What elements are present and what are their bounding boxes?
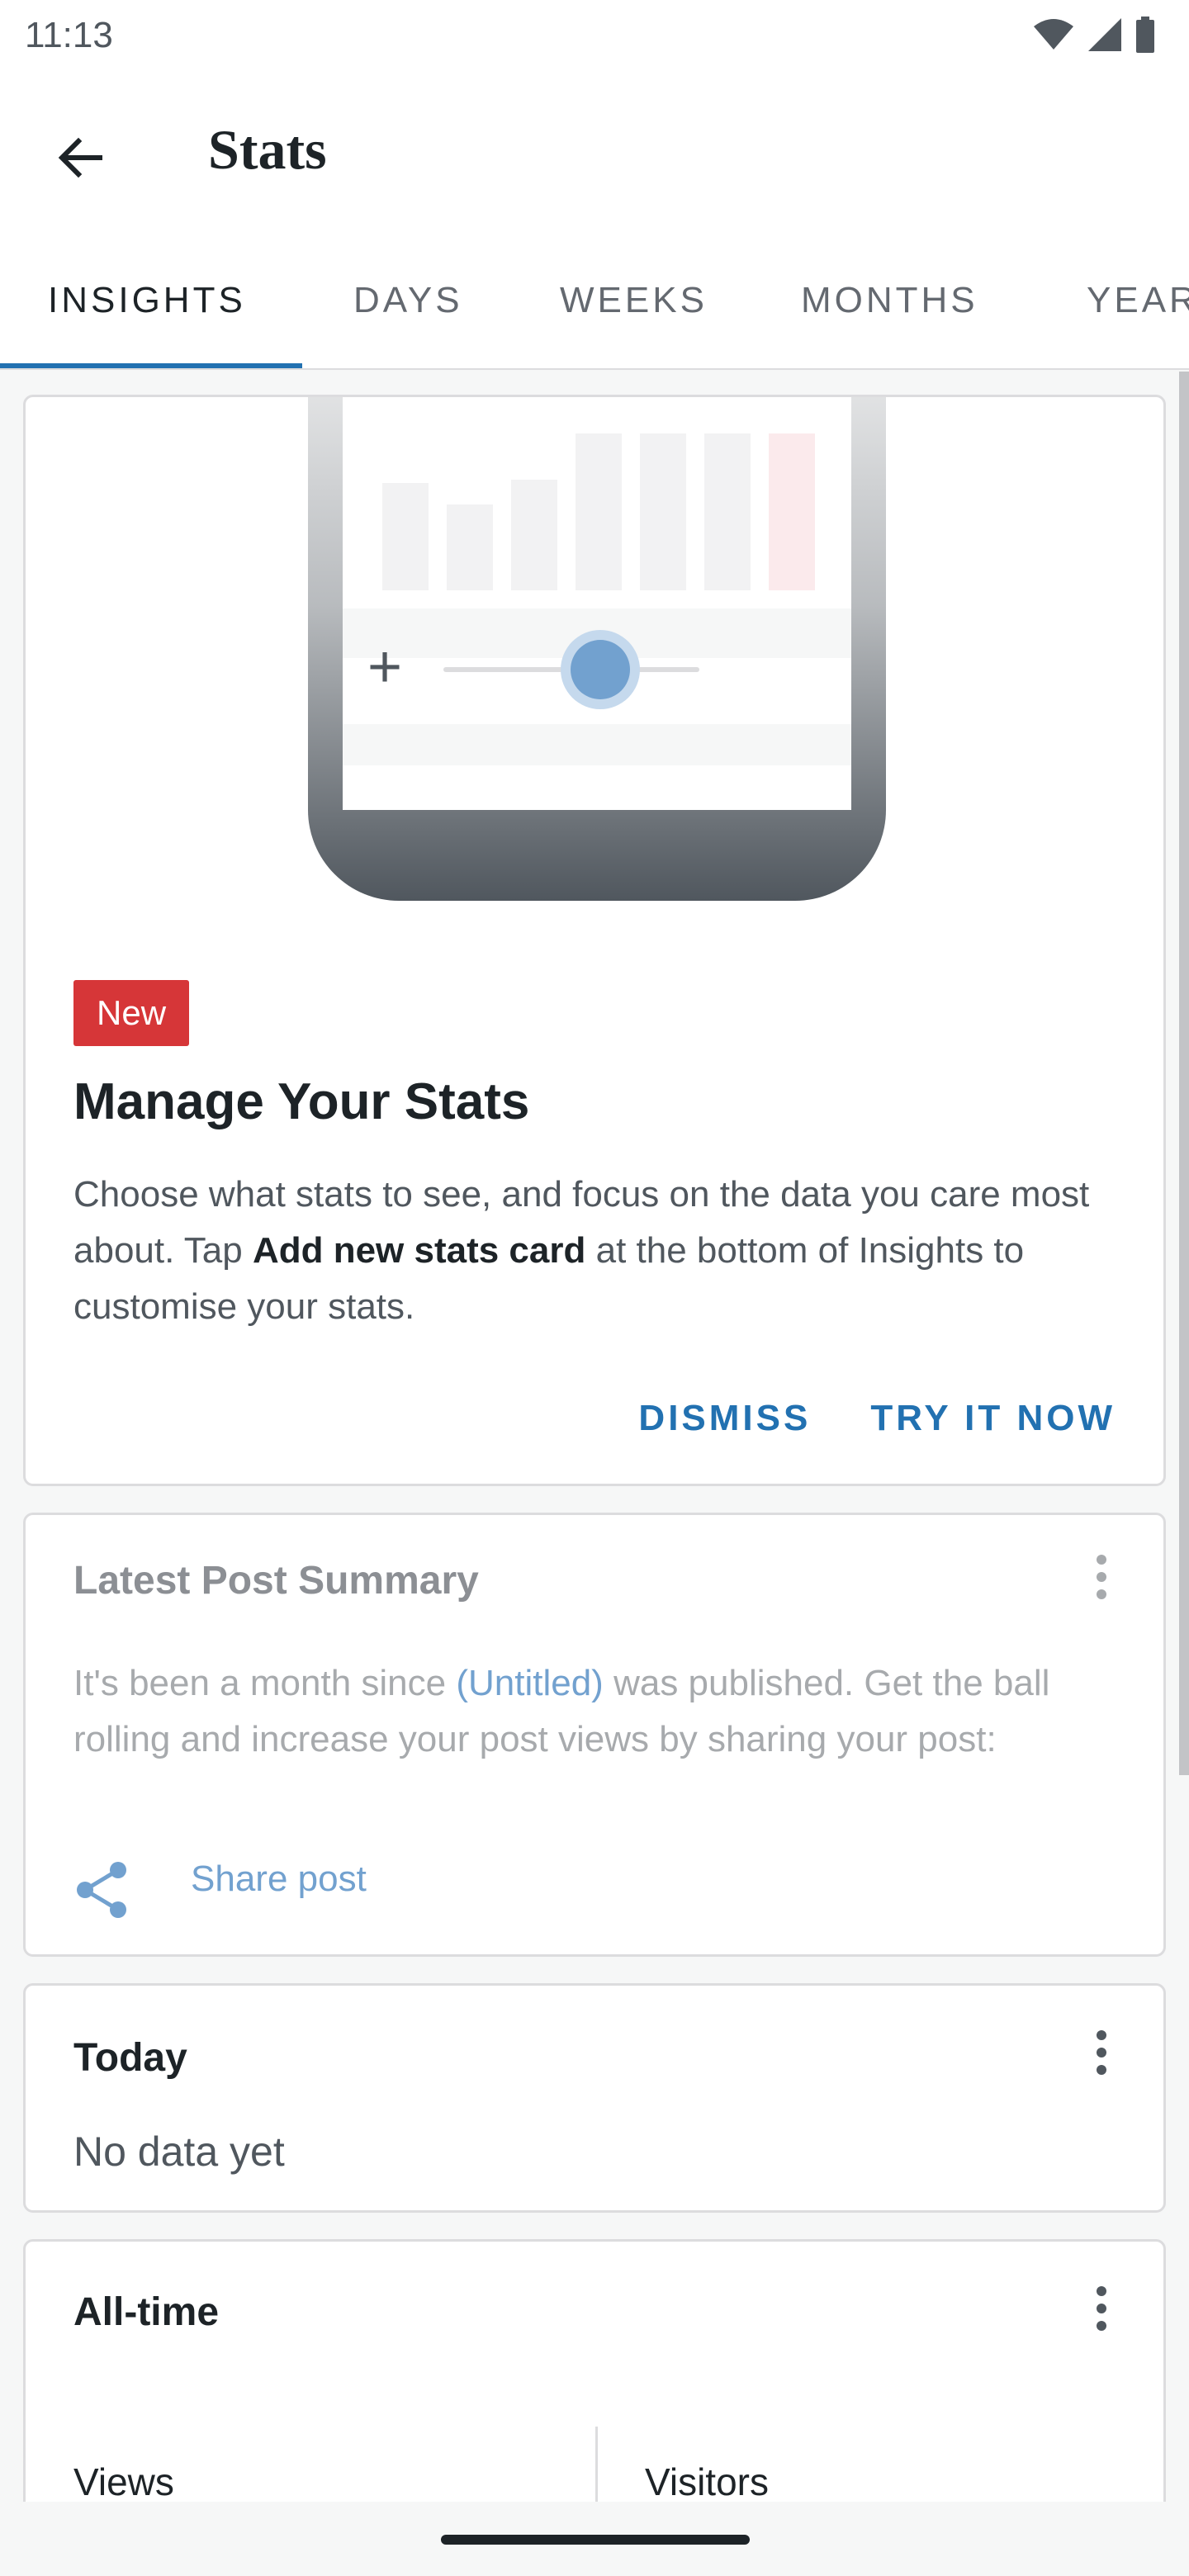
tab-insights[interactable]: INSIGHTS bbox=[48, 231, 246, 368]
share-post-row[interactable] bbox=[73, 1857, 133, 1923]
tab-years[interactable]: YEARS bbox=[1087, 231, 1189, 368]
today-empty-state: No data yet bbox=[73, 2129, 285, 2175]
promo-body: Choose what stats to see, and focus on t… bbox=[73, 1174, 1090, 1327]
plus-icon: + bbox=[367, 634, 403, 700]
post-link[interactable]: (Untitled) bbox=[456, 1663, 604, 1703]
phone-illustration: + bbox=[308, 397, 886, 901]
arrow-left-icon bbox=[58, 137, 102, 178]
scrollbar[interactable] bbox=[1179, 372, 1189, 1775]
promo-actions: DISMISS TRY IT NOW bbox=[638, 1398, 1116, 1439]
battery-icon bbox=[1136, 17, 1154, 53]
active-tab-indicator bbox=[0, 363, 302, 368]
latest-post-body: It's been a month since (Untitled) was p… bbox=[73, 1663, 1050, 1759]
more-vertical-icon[interactable] bbox=[1081, 1548, 1122, 1606]
tab-days[interactable]: DAYS bbox=[353, 231, 463, 368]
new-badge: New bbox=[73, 980, 190, 1046]
visitors-label: Visitors bbox=[645, 2460, 769, 2502]
back-button[interactable] bbox=[43, 121, 117, 195]
stats-tabs: INSIGHTS DAYS WEEKS MONTHS YEARS bbox=[0, 231, 1189, 370]
status-bar: 11:13 bbox=[0, 0, 1189, 69]
home-indicator[interactable] bbox=[441, 2535, 750, 2545]
promo-title: Manage Your Stats bbox=[73, 1073, 530, 1130]
page-title: Stats bbox=[208, 118, 327, 181]
today-title: Today bbox=[73, 2036, 187, 2080]
manage-stats-card: + New Manage Your Stats Choose what stat… bbox=[23, 395, 1166, 1486]
insights-content: + New Manage Your Stats Choose what stat… bbox=[0, 372, 1189, 2502]
share-post-link[interactable]: Share post bbox=[191, 1859, 367, 1900]
column-divider bbox=[595, 2427, 598, 2502]
status-time: 11:13 bbox=[25, 15, 113, 55]
latest-post-summary-card: Latest Post Summary It's been a month si… bbox=[23, 1513, 1166, 1957]
all-time-title: All-time bbox=[73, 2290, 220, 2334]
try-it-now-button[interactable]: TRY IT NOW bbox=[870, 1398, 1116, 1439]
share-icon bbox=[77, 1862, 126, 1918]
tab-weeks[interactable]: WEEKS bbox=[560, 231, 708, 368]
today-card: Today No data yet bbox=[23, 1983, 1166, 2213]
app-bar: Stats bbox=[0, 69, 1189, 231]
tab-months[interactable]: MONTHS bbox=[801, 231, 978, 368]
more-vertical-icon[interactable] bbox=[1081, 2024, 1122, 2081]
all-time-card: All-time Views Visitors bbox=[23, 2239, 1166, 2502]
status-icons bbox=[1032, 17, 1156, 53]
dismiss-button[interactable]: DISMISS bbox=[638, 1398, 811, 1439]
more-vertical-icon[interactable] bbox=[1081, 2280, 1122, 2337]
signal-icon bbox=[1088, 18, 1121, 51]
views-label: Views bbox=[73, 2460, 174, 2502]
latest-post-title: Latest Post Summary bbox=[73, 1559, 479, 1603]
wifi-icon bbox=[1034, 19, 1073, 50]
